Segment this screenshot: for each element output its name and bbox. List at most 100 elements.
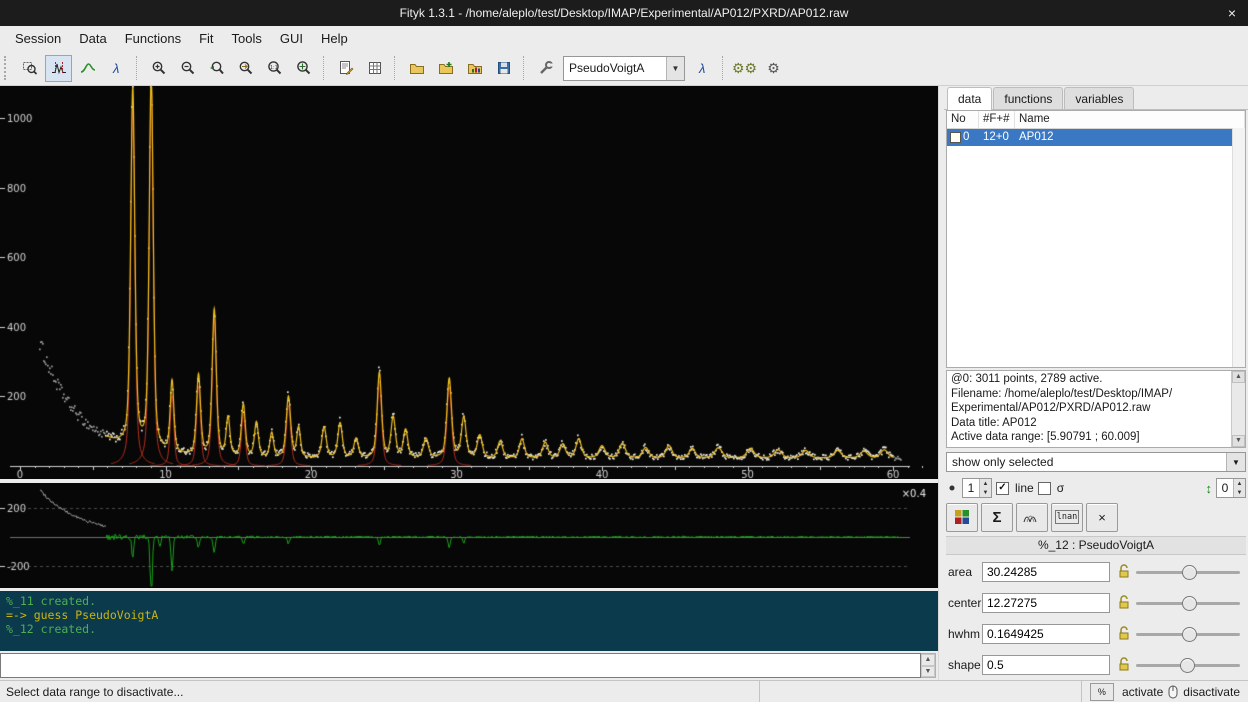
spin-down-icon[interactable]: ▼ [980,488,991,497]
delete-function-button[interactable]: × [1086,503,1118,532]
palette-button[interactable] [946,503,978,532]
load-data-custom-button[interactable] [432,55,459,82]
info-scrollbar[interactable]: ▲ ▼ [1231,371,1245,447]
zoom-prev-button[interactable] [203,55,230,82]
param-shape-slider[interactable] [1136,657,1240,673]
function-filter-dropdown[interactable]: show only selected ▼ [946,452,1246,472]
zoom-100-button[interactable]: 1:1 [261,55,288,82]
coordinates-format-button[interactable]: % [1090,683,1114,701]
zoom-all-button[interactable] [290,55,317,82]
chevron-down-icon[interactable]: ▼ [666,57,684,80]
info-line: @0: 3011 points, 2789 active. [951,372,1231,387]
param-hwhm-slider[interactable] [1136,626,1240,642]
point-size-icon [946,482,958,494]
slider-thumb[interactable] [1182,596,1197,611]
slider-thumb[interactable] [1182,565,1197,580]
mode-zoom-button[interactable] [16,55,43,82]
zoom-in-button[interactable] [145,55,172,82]
param-row-shape: shape [944,649,1248,680]
zoom-out-button[interactable] [174,55,201,82]
info-line: Data title: AP012 [951,416,1231,431]
data-table-button[interactable] [361,55,388,82]
main-plot[interactable] [0,86,938,479]
menu-item-fit[interactable]: Fit [190,28,222,49]
show-components-button[interactable] [1016,503,1048,532]
param-row-center: center [944,587,1248,618]
column-header-no[interactable]: No [947,111,979,128]
param-shape-input[interactable] [982,655,1110,675]
line-checkbox[interactable] [996,482,1009,495]
tab-functions[interactable]: functions [993,87,1063,109]
titlebar[interactable]: Fityk 1.3.1 - /home/aleplo/test/Desktop/… [0,0,1248,26]
dataset-fcount: 12+0 [979,129,1015,146]
slider-thumb[interactable] [1180,658,1195,673]
dataset-row[interactable]: 0 12+0 AP012 [947,129,1245,146]
dataset-info-box[interactable]: @0: 3011 points, 2789 active. Filename: … [946,370,1246,448]
open-session-button[interactable] [461,55,488,82]
tab-variables[interactable]: variables [1064,87,1134,109]
param-hwhm-input[interactable] [982,624,1110,644]
dataset-color-checkbox[interactable] [950,132,961,143]
lnan-button[interactable]: lnan [1051,503,1083,532]
lock-icon[interactable] [1118,657,1130,672]
guess-peak-button[interactable]: λ [689,55,716,82]
spin-down-icon[interactable]: ▼ [1234,488,1245,497]
toolbar-separator [136,56,139,80]
command-history-scrollbar[interactable]: ▲ ▼ [921,653,936,678]
residual-plot[interactable] [0,483,938,588]
scroll-up-icon[interactable]: ▲ [921,654,935,666]
preferences-button[interactable] [532,55,559,82]
menu-item-help[interactable]: Help [312,28,357,49]
mode-baseline-button[interactable] [74,55,101,82]
spin-up-icon[interactable]: ▲ [1234,479,1245,488]
fit-undo-button[interactable]: ⚙ [760,55,787,82]
lock-icon[interactable] [1118,626,1130,641]
tab-data[interactable]: data [947,87,992,110]
command-input[interactable] [0,653,921,678]
dataset-list[interactable]: No #F+# Name 0 12+0 AP012 [946,110,1246,368]
lock-icon[interactable] [1118,595,1130,610]
function-type-dropdown[interactable]: PseudoVoigtA ▼ [563,56,685,81]
scroll-up-icon[interactable]: ▲ [1232,371,1245,383]
save-session-button[interactable] [490,55,517,82]
svg-text:λ: λ [112,61,119,76]
column-header-f[interactable]: #F+# [979,111,1015,128]
toolbar-separator [394,56,397,80]
dataset-list-scrollbar[interactable] [1232,128,1245,367]
point-size-spinner[interactable]: 1 ▲▼ [962,478,992,498]
param-row-hwhm: hwhm [944,618,1248,649]
toolbar-drag-handle[interactable] [4,56,11,80]
output-console[interactable]: %_11 created. =-> guess PseudoVoigtA %_1… [0,591,938,651]
script-editor-button[interactable] [332,55,359,82]
show-sum-button[interactable]: Σ [981,503,1013,532]
scroll-down-icon[interactable]: ▼ [921,666,935,678]
command-row: ▲ ▼ [0,653,936,678]
param-center-input[interactable] [982,593,1110,613]
lock-icon[interactable] [1118,564,1130,579]
sigma-checkbox[interactable] [1038,482,1051,495]
svg-text:1:1: 1:1 [270,65,278,71]
menu-item-gui[interactable]: GUI [271,28,312,49]
mode-range-button[interactable] [45,55,72,82]
load-data-button[interactable] [403,55,430,82]
param-center-slider[interactable] [1136,595,1240,611]
param-area-slider[interactable] [1136,564,1240,580]
menu-item-data[interactable]: Data [70,28,115,49]
shift-spinner[interactable]: 0 ▲▼ [1216,478,1246,498]
shift-updown-icon[interactable]: ↕ [1206,481,1213,496]
save-icon [496,60,512,76]
menu-item-tools[interactable]: Tools [223,28,271,49]
chevron-down-icon[interactable]: ▼ [1226,453,1245,471]
spin-up-icon[interactable]: ▲ [980,479,991,488]
menu-item-session[interactable]: Session [6,28,70,49]
menu-item-functions[interactable]: Functions [116,28,190,49]
fit-run-button[interactable]: ⚙⚙ [731,55,758,82]
left-click-action: activate [1122,685,1163,699]
mode-peak-button[interactable]: λ [103,55,130,82]
close-icon[interactable]: × [1228,0,1236,26]
slider-thumb[interactable] [1182,627,1197,642]
param-area-input[interactable] [982,562,1110,582]
zoom-undo-button[interactable] [232,55,259,82]
scroll-down-icon[interactable]: ▼ [1232,435,1245,447]
column-header-name[interactable]: Name [1015,111,1245,128]
